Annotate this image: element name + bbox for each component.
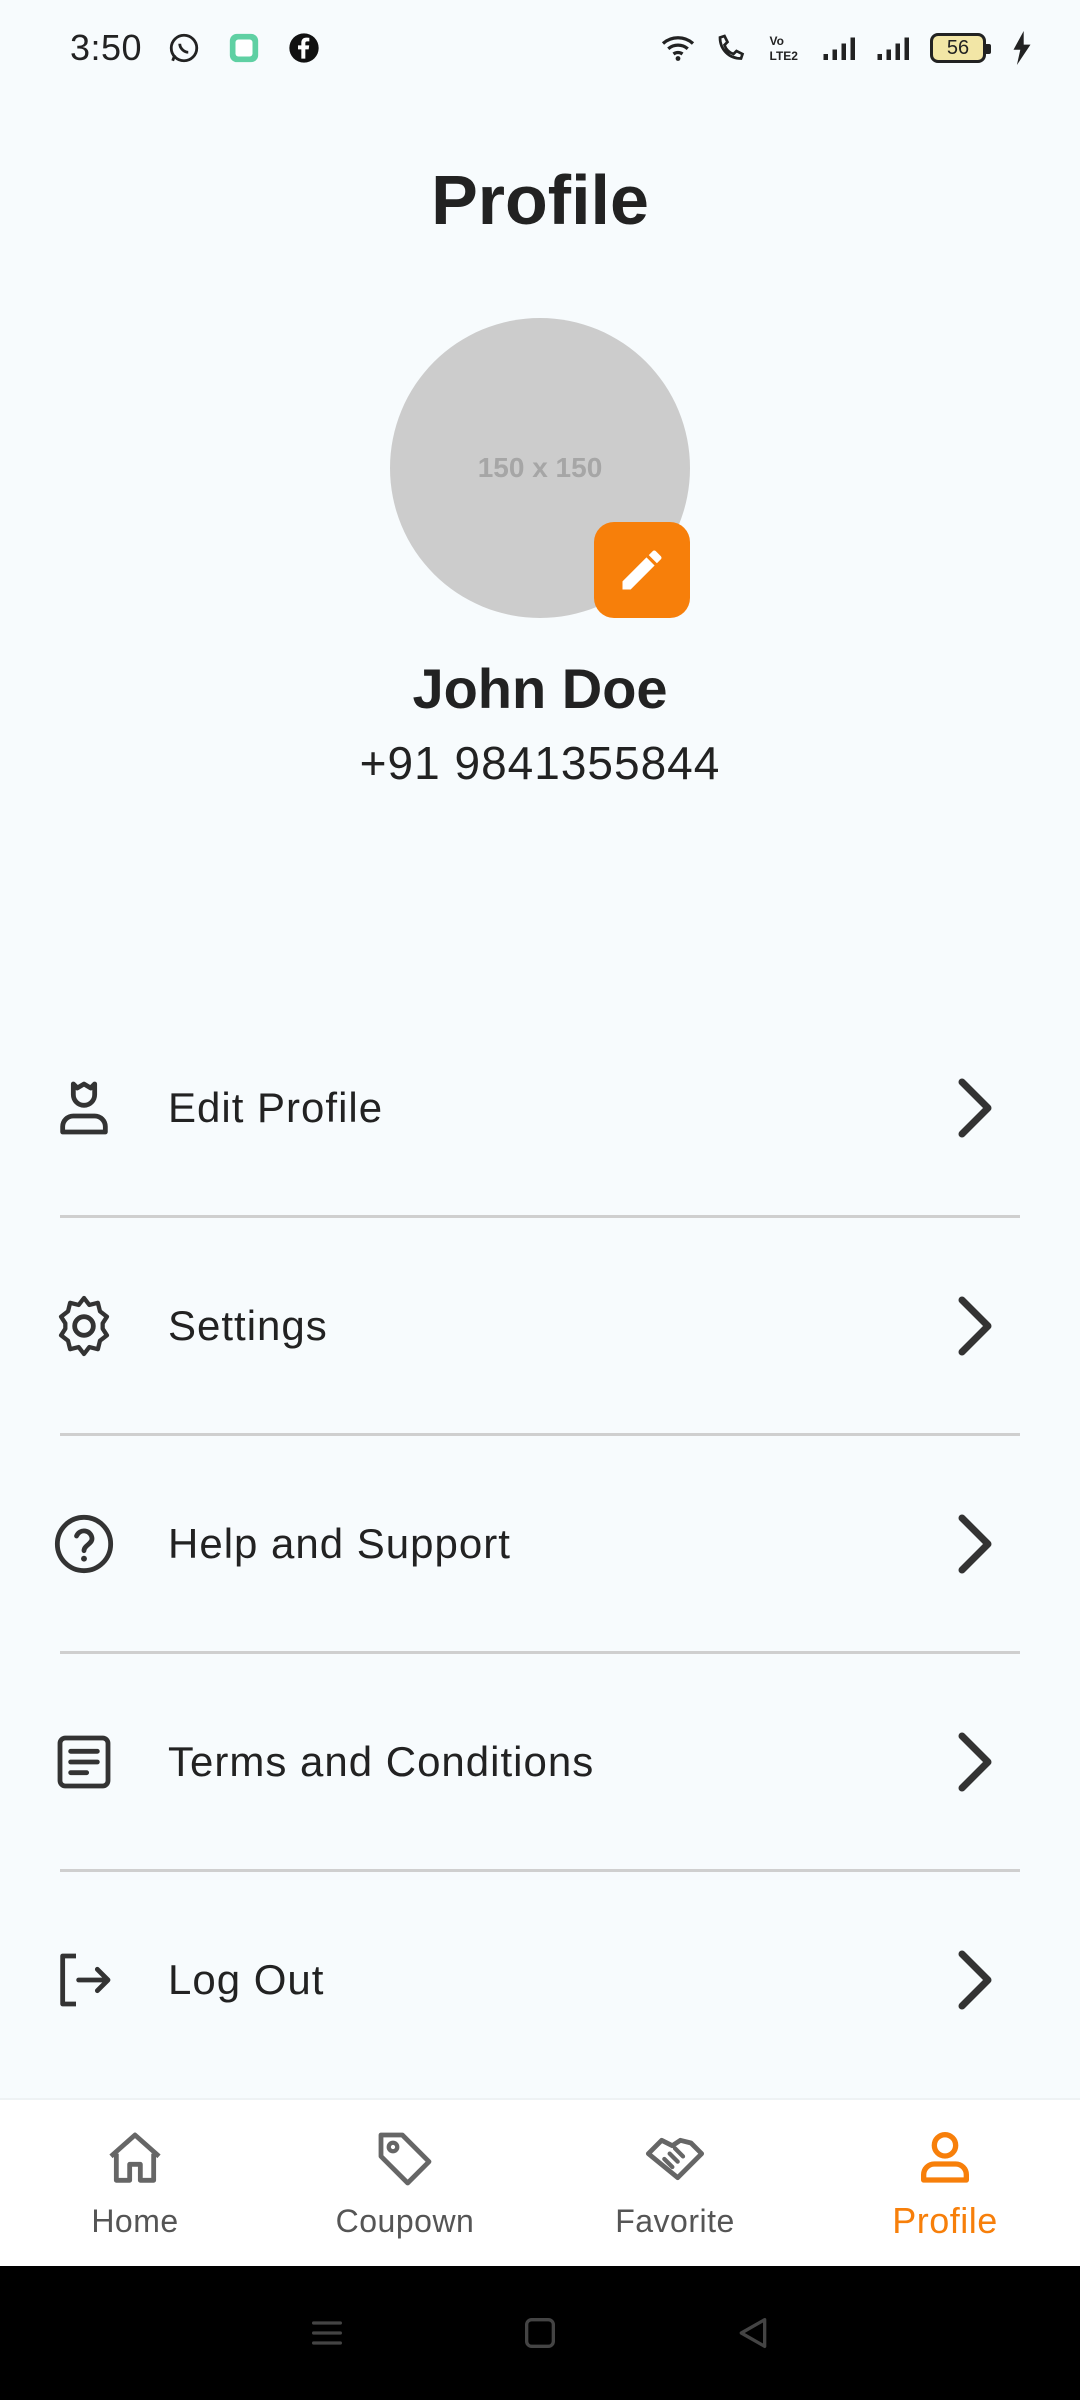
status-right: Vo LTE2 56: [660, 30, 1040, 66]
status-bar: 3:50 Vo LTE2 56: [0, 0, 1080, 96]
svg-text:Vo: Vo: [770, 34, 784, 48]
menu-icon: [311, 2321, 342, 2345]
gear-icon: [58, 1295, 110, 1356]
user-name: John Doe: [412, 657, 668, 720]
chevron-right-icon: [958, 1732, 992, 1791]
battery-icon: 56: [930, 33, 991, 63]
facebook-icon: [286, 30, 322, 66]
recent-apps-button[interactable]: [305, 2311, 349, 2355]
tag-icon: [378, 2132, 432, 2185]
chevron-right-icon: [958, 1296, 992, 1355]
menu-item-edit-profile[interactable]: Edit Profile: [0, 1000, 1080, 1215]
volte-icon: Vo LTE2: [768, 30, 804, 66]
user-phone: +91 9841355844: [359, 737, 721, 789]
chevron-right-icon: [958, 1950, 992, 2009]
menu-item-label: Log Out: [168, 1955, 325, 2003]
nav-item-home[interactable]: Home: [0, 2100, 270, 2266]
signal-icon: [876, 30, 912, 66]
document-icon: [57, 1735, 111, 1788]
app-notification-icon: [226, 30, 262, 66]
pencil-icon: [622, 550, 662, 590]
menu-item-label: Edit Profile: [168, 1083, 384, 1131]
user-icon: [921, 2132, 969, 2183]
nav-item-favorite[interactable]: Favorite: [540, 2100, 810, 2266]
home-system-button[interactable]: [518, 2311, 562, 2355]
menu-item-help-support[interactable]: Help and Support: [0, 1436, 1080, 1651]
status-left: 3:50: [70, 27, 322, 69]
menu-item-label: Settings: [168, 1301, 328, 1349]
edit-avatar-button[interactable]: [594, 522, 690, 618]
bottom-navigation: Home Coupown Favorite Profile: [0, 2098, 1080, 2266]
signal-icon: [822, 30, 858, 66]
logout-icon: [60, 1953, 111, 2006]
chevron-right-icon: [958, 1078, 992, 1137]
nav-label-home: Home: [91, 2202, 179, 2239]
whatsapp-icon: [166, 30, 202, 66]
system-navigation-bar: [0, 2266, 1080, 2400]
avatar-placeholder-text: 150 x 150: [477, 452, 603, 483]
user-edit-icon: [60, 1081, 108, 1134]
square-icon: [524, 2318, 555, 2348]
wifi-icon: [660, 30, 696, 66]
page-title: Profile: [431, 161, 649, 239]
wifi-calling-icon: [714, 30, 750, 66]
menu-item-logout[interactable]: Log Out: [0, 1872, 1080, 2087]
handshake-icon: [645, 2137, 705, 2180]
menu-item-terms[interactable]: Terms and Conditions: [0, 1654, 1080, 1869]
nav-label-coupown: Coupown: [335, 2202, 475, 2239]
back-triangle-icon: [739, 2318, 767, 2348]
nav-label-profile: Profile: [892, 2200, 998, 2241]
nav-item-profile[interactable]: Profile: [810, 2100, 1080, 2266]
home-icon: [109, 2132, 161, 2183]
status-time: 3:50: [70, 27, 143, 68]
charging-icon: [1004, 30, 1040, 66]
svg-text:LTE2: LTE2: [770, 49, 799, 63]
menu-item-label: Terms and Conditions: [168, 1737, 595, 1785]
profile-menu: Edit Profile Settings Help and Support T…: [0, 1000, 1080, 2087]
nav-label-favorite: Favorite: [615, 2202, 735, 2239]
nav-item-coupown[interactable]: Coupown: [270, 2100, 540, 2266]
chevron-right-icon: [958, 1514, 992, 1573]
menu-item-settings[interactable]: Settings: [0, 1218, 1080, 1433]
help-circle-icon: [54, 1514, 114, 1573]
battery-level: 56: [946, 36, 970, 59]
avatar-container: 150 x 150: [390, 318, 690, 618]
back-button[interactable]: [731, 2311, 775, 2355]
menu-item-label: Help and Support: [168, 1519, 511, 1567]
